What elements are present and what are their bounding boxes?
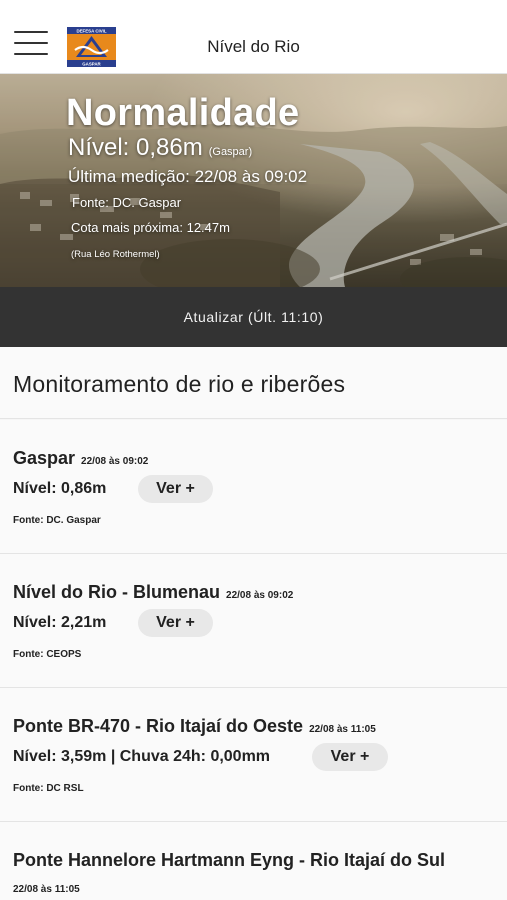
station-source: Fonte: DC. Gaspar xyxy=(13,515,101,526)
status-title: Normalidade xyxy=(66,92,300,134)
station-title: Ponte Hannelore Hartmann Eyng - Rio Itaj… xyxy=(13,850,446,870)
station-card-br470: Ponte BR-470 - Rio Itajaí do Oeste 22/08 … xyxy=(0,688,507,822)
station-title: Gaspar 22/08 às 09:02 xyxy=(13,448,149,468)
see-more-button[interactable]: Ver + xyxy=(138,475,213,503)
station-source: Fonte: CEOPS xyxy=(13,649,82,660)
page-title: Nível do Rio xyxy=(207,37,300,56)
nearest-elevation: Cota mais próxima: 12.47m xyxy=(71,220,230,235)
svg-text:DEFESA CIVIL: DEFESA CIVIL xyxy=(76,28,106,33)
level-location: (Gaspar) xyxy=(208,146,253,158)
station-level: Nível: 3,59m | Chuva 24h: 0,00mm xyxy=(13,748,271,765)
station-date: 22/08 às 09:02 xyxy=(226,590,294,601)
top-bar: DEFESA CIVIL GASPAR Nível do Rio xyxy=(0,0,507,74)
station-card-blumenau: Nível do Rio - Blumenau 22/08 às 09:02 Ní… xyxy=(0,554,507,688)
station-level: Nível: 0,86m xyxy=(13,480,107,497)
station-title: Nível do Rio - Blumenau 22/08 às 09:02 xyxy=(13,582,294,602)
update-button[interactable]: Atualizar (Últ. 11:10) xyxy=(0,287,507,347)
station-date: 22/08 às 09:02 xyxy=(81,456,149,467)
svg-text:GASPAR: GASPAR xyxy=(82,61,101,66)
last-measurement: Última medição: 22/08 às 09:02 xyxy=(68,167,308,186)
station-date: 22/08 às 11:05 xyxy=(309,724,376,735)
see-more-button[interactable]: Ver + xyxy=(138,609,213,637)
level-value: Nível: 0,86m xyxy=(68,134,203,161)
section-header: Monitoramento de rio e riberões xyxy=(0,347,507,419)
station-date: 22/08 às 11:05 xyxy=(13,884,80,895)
station-source: Fonte: DC RSL xyxy=(13,783,84,794)
station-title: Ponte BR-470 - Rio Itajaí do Oeste 22/08 … xyxy=(13,716,376,736)
menu-line xyxy=(14,31,48,33)
river-status-hero: Normalidade Nível: 0,86m (Gaspar) Última … xyxy=(0,74,507,287)
street-reference: (Rua Léo Rothermel) xyxy=(71,249,160,260)
station-level: Nível: 2,21m xyxy=(13,614,107,631)
current-level: Nível: 0,86m (Gaspar) xyxy=(68,134,252,162)
section-title: Monitoramento de rio e riberões xyxy=(13,371,346,397)
see-more-button[interactable]: Ver + xyxy=(312,743,388,771)
station-card-gaspar: Gaspar 22/08 às 09:02 Nível: 0,86m Ver + … xyxy=(0,420,507,554)
station-card-hannelore: Ponte Hannelore Hartmann Eyng - Rio Itaj… xyxy=(0,822,507,900)
hero-source: Fonte: DC. Gaspar xyxy=(72,195,182,210)
